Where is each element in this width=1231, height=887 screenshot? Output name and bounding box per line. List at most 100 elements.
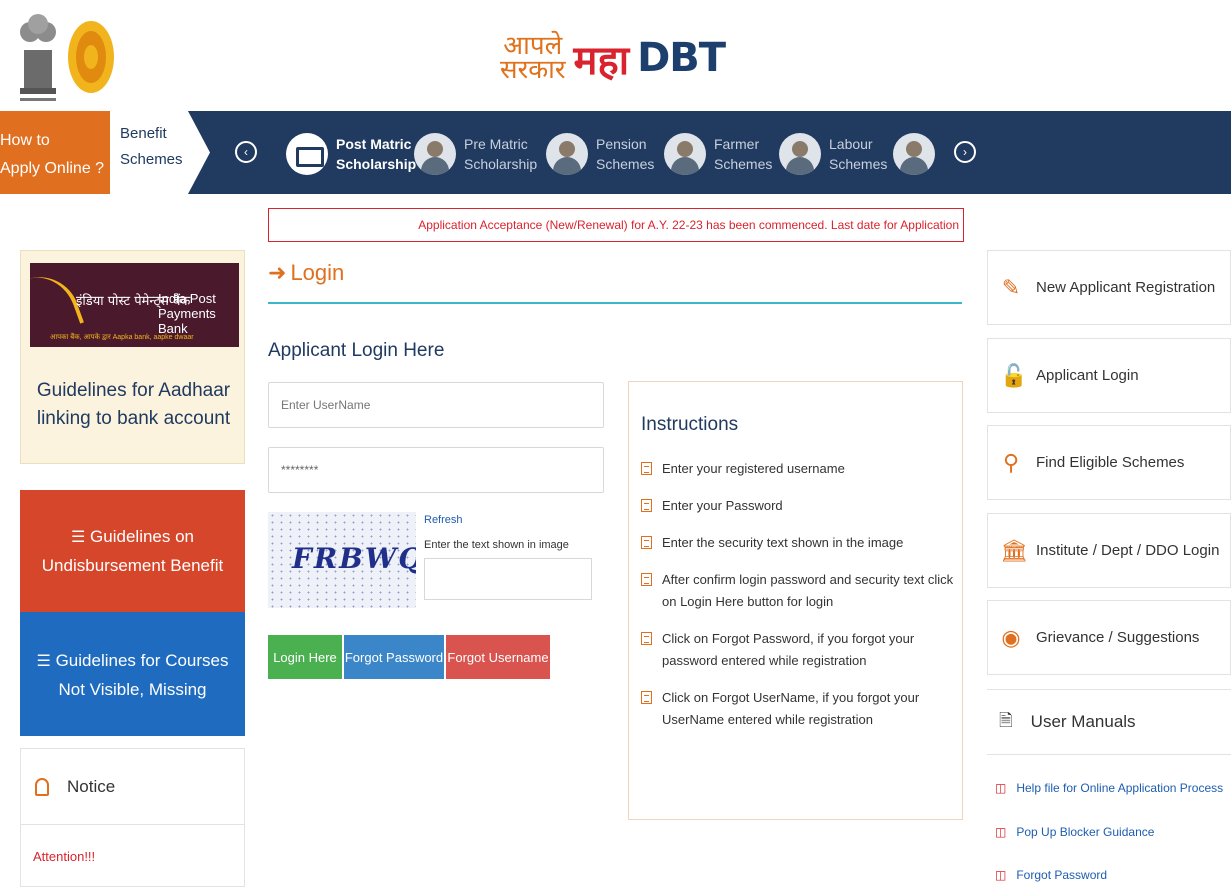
list-item: After confirm login password and securit…: [641, 569, 957, 613]
scheme-navbar: How to Apply Online ? Benefit Schemes ‹ …: [0, 111, 1231, 194]
national-emblem-icon: [20, 14, 56, 101]
announcement-marquee: Application Acceptance (New/Renewal) for…: [268, 208, 964, 242]
instruction-text: Enter your Password: [662, 498, 783, 513]
manual-link-popup-blocker[interactable]: ◫ Pop Up Blocker Guidance: [995, 825, 1154, 839]
edit-icon: ✎: [1001, 274, 1021, 300]
sign-in-icon: ➜: [268, 260, 287, 285]
instruction-text: Click on Forgot UserName, if you forgot …: [662, 690, 920, 727]
nav-item-line2: Schemes: [596, 156, 655, 172]
courses-guidelines-button[interactable]: ☰ Guidelines for Courses Not Visible, Mi…: [20, 612, 245, 736]
student-avatar-icon: [414, 133, 456, 175]
file-icon: 🗎: [999, 710, 1013, 730]
captcha-image: FRBWQ: [268, 512, 416, 608]
list-item: Click on Forgot Password, if you forgot …: [641, 628, 957, 672]
benefit-line1: Benefit: [120, 125, 167, 142]
pdf-icon: ◫: [995, 868, 1007, 882]
instruction-text: After confirm login password and securit…: [662, 572, 954, 609]
ippb-tagline: आपका बैंक, आपके द्वार Aapka bank, aapke …: [50, 334, 194, 341]
instruction-text: Click on Forgot Password, if you forgot …: [662, 631, 915, 668]
nav-pension-schemes[interactable]: Pension Schemes: [546, 119, 654, 189]
undisbursement-guidelines-button[interactable]: ☰ Guidelines on Undisbursement Benefit: [20, 490, 245, 612]
benefit-line2: Schemes: [120, 151, 183, 168]
search-icon: ⚲: [1002, 449, 1020, 475]
ippb-english-name: India Post Payments Bank: [158, 291, 216, 336]
mahadbt-logo[interactable]: आपले सरकार महा DBT: [500, 28, 726, 88]
notice-panel: Notice Attention!!!: [20, 748, 245, 887]
nav-post-matric-scholarship[interactable]: Post Matric Scholarship: [286, 119, 416, 189]
captcha-text: FRBWQ: [292, 542, 416, 575]
login-title-text: Login: [290, 260, 345, 285]
aadhaar-guidelines-link[interactable]: Guidelines for Aadhaar linking to bank a…: [21, 377, 246, 433]
nav-item-line1: Post Matric: [336, 136, 412, 152]
captcha-help-text: Enter the text shown in image: [424, 539, 569, 551]
doctor-avatar-icon: [893, 133, 935, 175]
ippb-logo: इंडिया पोस्ट पेमेन्ट्स बैंक India Post P…: [25, 263, 239, 347]
pdf-icon: ◫: [995, 781, 1007, 795]
applicant-login-label: Applicant Login: [1036, 367, 1139, 384]
captcha-refresh-link[interactable]: Refresh: [424, 514, 463, 526]
maharashtra-seal-icon: [68, 21, 114, 93]
user-manuals-heading: 🗎 User Manuals: [987, 689, 1231, 755]
manual-link-help-file[interactable]: ◫ Help file for Online Application Proce…: [995, 781, 1223, 795]
graduation-cap-icon: [286, 133, 328, 175]
nav-item-line2: Schemes: [714, 156, 773, 172]
manual-link-forgot-password[interactable]: ◫ Forgot Password: [995, 868, 1107, 882]
applicant-login-subtitle: Applicant Login Here: [268, 340, 445, 361]
list-icon: ☰: [36, 653, 51, 670]
login-button[interactable]: Login Here: [268, 635, 342, 679]
how-to-line2: Apply Online ?: [0, 160, 105, 177]
nav-health-schemes[interactable]: [893, 119, 935, 189]
how-to-apply-link[interactable]: How to Apply Online ?: [0, 111, 110, 194]
manual-link-label: Help file for Online Application Process: [1016, 781, 1224, 795]
aadhaar-guidelines-card[interactable]: इंडिया पोस्ट पेमेन्ट्स बैंक India Post P…: [20, 250, 245, 464]
aaple-sarkar-logo: आपले सरकार: [500, 33, 566, 83]
manual-link-label: Pop Up Blocker Guidance: [1016, 825, 1155, 839]
instruction-text: Enter your registered username: [662, 461, 845, 476]
institution-icon: 🏛: [1000, 537, 1028, 563]
captcha-input[interactable]: [424, 558, 592, 600]
forgot-password-button[interactable]: Forgot Password: [344, 635, 444, 679]
grievance-link[interactable]: ◉ Grievance / Suggestions: [987, 600, 1231, 675]
forgot-username-button[interactable]: Forgot Username: [446, 635, 550, 679]
applicant-login-link[interactable]: 🔓 Applicant Login: [987, 338, 1231, 413]
grievance-label: Grievance / Suggestions: [1036, 629, 1200, 646]
instructions-panel: Instructions Enter your registered usern…: [628, 381, 963, 820]
new-registration-label: New Applicant Registration: [1036, 279, 1216, 296]
find-eligible-schemes-link[interactable]: ⚲ Find Eligible Schemes: [987, 425, 1231, 500]
document-icon: [641, 536, 652, 549]
chat-bubble-icon: ◉: [1001, 624, 1021, 650]
site-header: आपले सरकार महा DBT: [0, 0, 1231, 111]
tractor-icon: [664, 133, 706, 175]
document-icon: [641, 691, 652, 704]
institute-login-link[interactable]: 🏛 Institute / Dept / DDO Login: [987, 513, 1231, 588]
nav-item-line2: Schemes: [829, 156, 888, 172]
instruction-text: Enter the security text shown in the ima…: [662, 535, 904, 550]
nav-labour-schemes[interactable]: Labour Schemes: [779, 119, 887, 189]
nav-item-line1: Labour: [829, 136, 873, 152]
new-applicant-registration-link[interactable]: ✎ New Applicant Registration: [987, 250, 1231, 325]
nav-pre-matric-scholarship[interactable]: Pre Matric Scholarship: [414, 119, 537, 189]
chevron-left-icon[interactable]: ‹: [235, 141, 257, 163]
document-icon: [641, 462, 652, 475]
announcement-text: Application Acceptance (New/Renewal) for…: [418, 218, 959, 232]
user-manuals-title: User Manuals: [1030, 712, 1136, 731]
password-input[interactable]: [268, 447, 604, 493]
unlock-icon: 🔓: [1000, 362, 1028, 388]
logo-text-maha: महा: [573, 37, 630, 84]
document-icon: [641, 632, 652, 645]
institute-login-label: Institute / Dept / DDO Login: [1036, 542, 1220, 559]
nav-item-line1: Pre Matric: [464, 136, 528, 152]
nav-item-line2: Scholarship: [464, 156, 538, 172]
login-heading: ➜ Login: [268, 260, 344, 286]
notice-attention[interactable]: Attention!!!: [21, 825, 244, 864]
nav-farmer-schemes[interactable]: Farmer Schemes: [664, 119, 772, 189]
bell-icon: [35, 777, 49, 796]
elder-avatar-icon: [546, 133, 588, 175]
courses-label: Guidelines for Courses Not Visible, Miss…: [55, 651, 229, 699]
chevron-right-icon[interactable]: ›: [954, 141, 976, 163]
logo-text-dbt: DBT: [637, 35, 726, 81]
list-item: Click on Forgot UserName, if you forgot …: [641, 687, 957, 731]
username-input[interactable]: [268, 382, 604, 428]
instructions-title: Instructions: [641, 414, 739, 435]
list-item: Enter the security text shown in the ima…: [641, 532, 957, 554]
